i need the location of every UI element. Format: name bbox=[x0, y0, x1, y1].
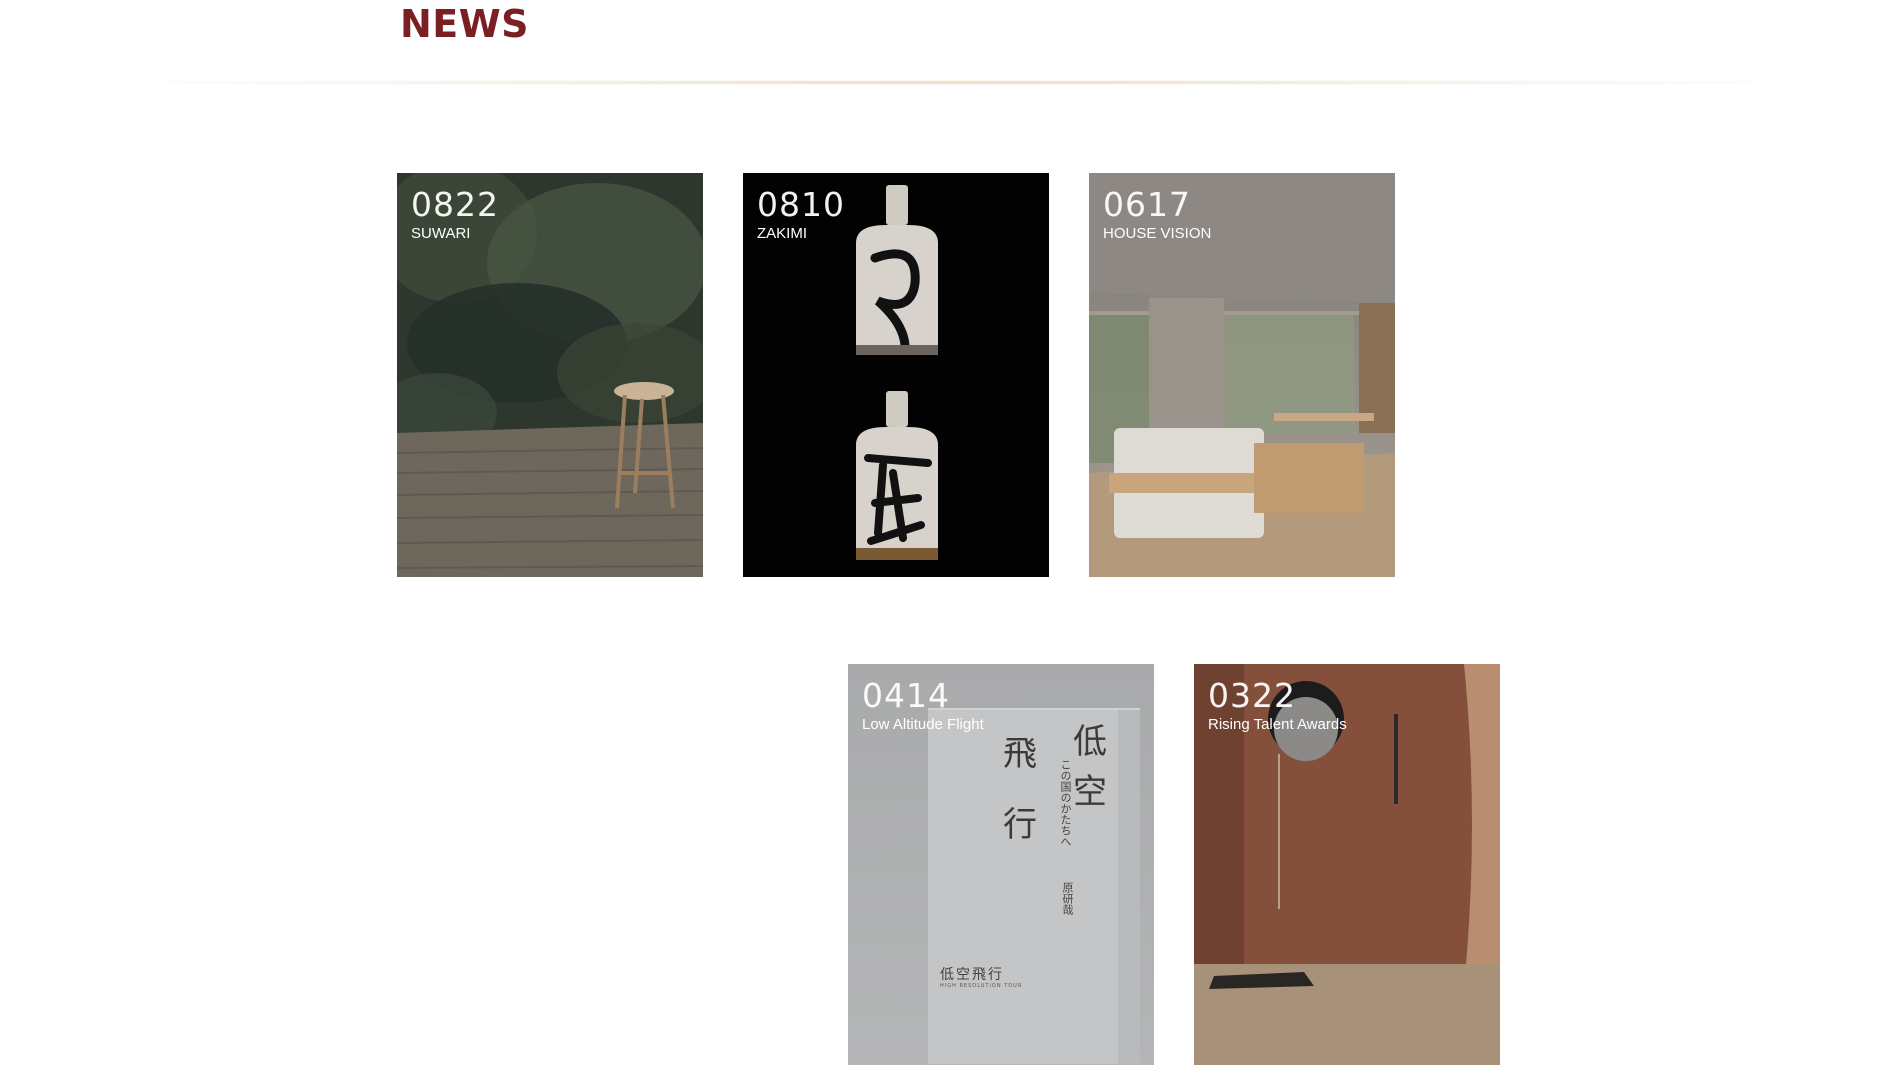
book-series-en: HIGH RESOLUTION TOUR bbox=[940, 983, 1023, 989]
news-card-low-altitude-flight[interactable]: 低 空 飛 行 この国のかたちへ 原研哉 低空飛行 HIGH RESOLUTIO… bbox=[848, 664, 1154, 1065]
card-label: ZAKIMI bbox=[757, 225, 808, 243]
card-label: HOUSE VISION bbox=[1103, 225, 1212, 243]
card-date: 0822 bbox=[411, 185, 499, 224]
card-date: 0617 bbox=[1103, 185, 1191, 224]
page-title: NEWS bbox=[400, 2, 530, 46]
book-author: 原研哉 bbox=[1061, 882, 1074, 915]
book-title-char-1: 低 bbox=[1073, 722, 1107, 762]
card-caption: 0414 Low Altitude Flight bbox=[862, 676, 984, 734]
card-label: Rising Talent Awards bbox=[1208, 716, 1347, 734]
card-date: 0414 bbox=[862, 676, 950, 715]
news-card-house-vision[interactable]: 0617 HOUSE VISION bbox=[1089, 173, 1395, 577]
title-divider bbox=[170, 80, 1750, 85]
book-title-char-3: 飛 bbox=[1003, 734, 1037, 774]
card-date: 0322 bbox=[1208, 676, 1296, 715]
card-label: SUWARI bbox=[411, 225, 471, 243]
card-caption: 0810 ZAKIMI bbox=[757, 185, 845, 243]
news-card-rising-talent-awards[interactable]: 0322 Rising Talent Awards bbox=[1194, 664, 1500, 1065]
card-date: 0810 bbox=[757, 185, 845, 224]
book-title-char-4: 行 bbox=[1003, 805, 1037, 845]
card-caption: 0617 HOUSE VISION bbox=[1103, 185, 1212, 243]
book-series: 低空飛行 bbox=[940, 967, 1004, 983]
news-card-zakimi[interactable]: 0810 ZAKIMI bbox=[743, 173, 1049, 577]
book-subtitle: この国のかたちへ bbox=[1059, 759, 1072, 847]
book-title-char-2: 空 bbox=[1073, 772, 1107, 812]
news-card-suwari[interactable]: 0822 SUWARI bbox=[397, 173, 703, 577]
card-caption: 0822 SUWARI bbox=[411, 185, 499, 243]
card-label: Low Altitude Flight bbox=[862, 716, 984, 734]
card-caption: 0322 Rising Talent Awards bbox=[1208, 676, 1347, 734]
news-page: NEWS 0822 SUWARI 0810 ZAKIMI 0617 HOUSE … bbox=[0, 0, 1892, 1065]
